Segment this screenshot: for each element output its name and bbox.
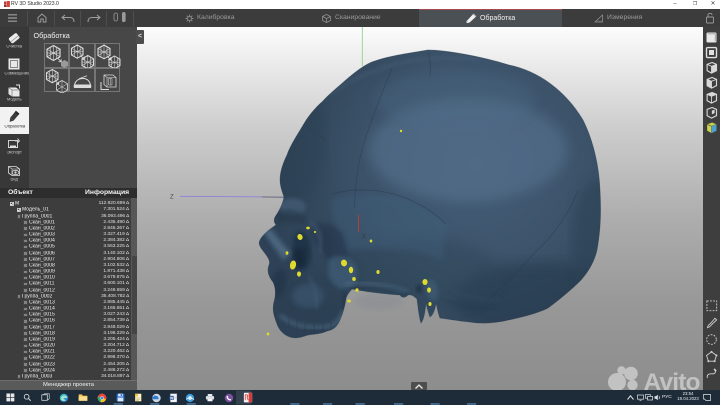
svg-text:X: X	[362, 234, 367, 241]
svg-text:Z: Z	[170, 195, 174, 201]
svg-text:Avito: Avito	[644, 369, 701, 390]
